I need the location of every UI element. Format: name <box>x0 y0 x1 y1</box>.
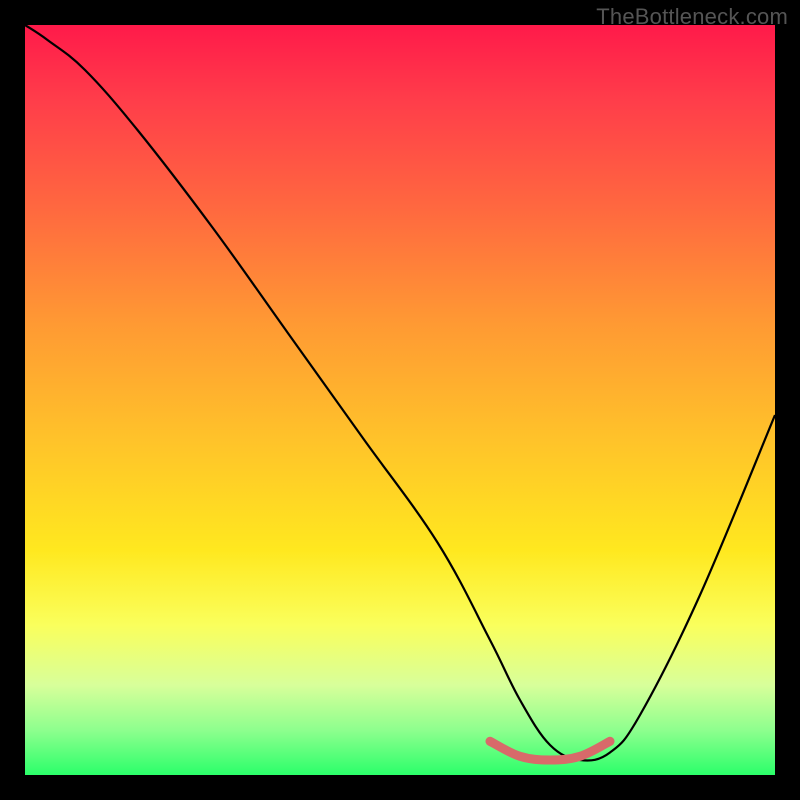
watermark-text: TheBottleneck.com <box>596 4 788 30</box>
bottleneck-curve-path <box>25 25 775 761</box>
chart-svg <box>25 25 775 775</box>
plot-frame <box>25 25 775 775</box>
plot-area <box>25 25 775 775</box>
